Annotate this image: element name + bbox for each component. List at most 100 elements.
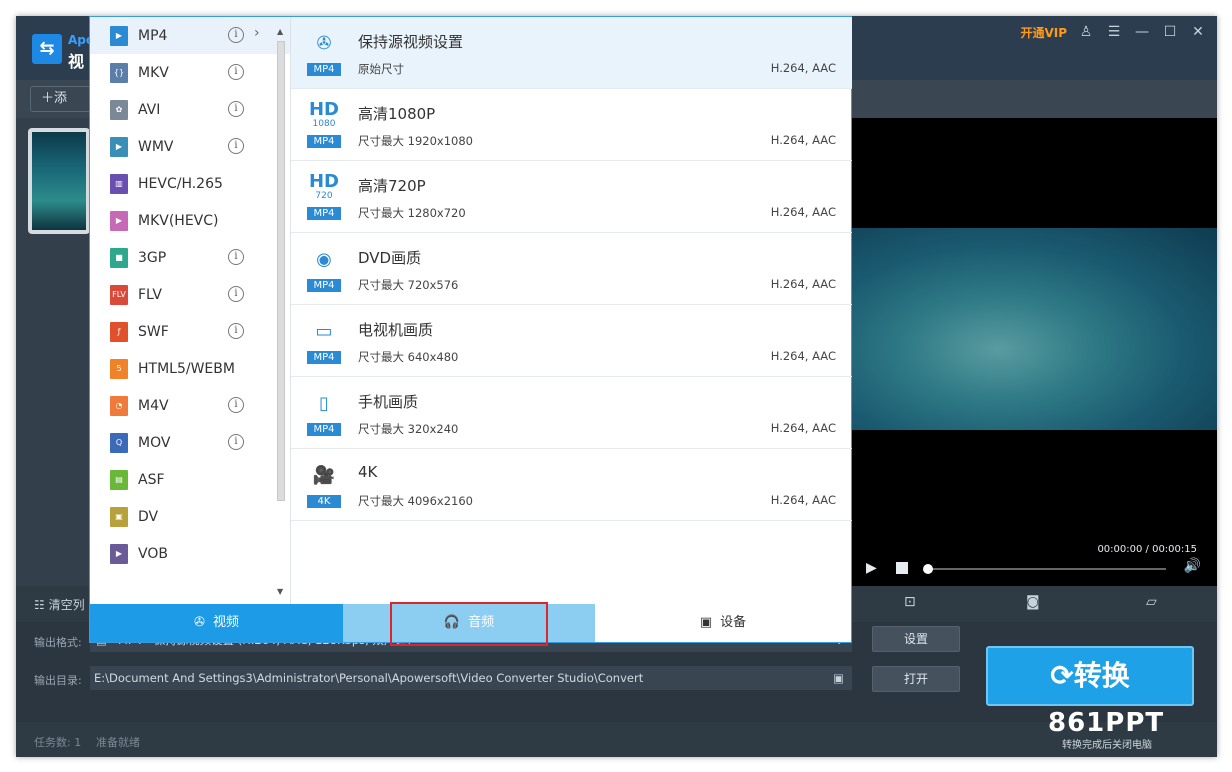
vip-link[interactable]: 开通VIP [1020,24,1067,41]
volume-icon[interactable]: 🔊 [1184,558,1201,574]
format-item-swf[interactable]: ƒ SWF i [90,313,290,350]
preset-item[interactable]: ▭ MP4 电视机画质 尺寸最大 640x480 H.264, AAC [291,305,852,377]
format-item-mkv[interactable]: {} MKV i [90,54,290,91]
maximize-icon[interactable]: ☐ [1159,22,1181,42]
minimize-icon[interactable]: — [1131,22,1153,42]
preset-badge: MP4 [307,63,341,76]
m4v-file-icon: ◔ [110,395,128,416]
format-item-avi[interactable]: ✿ AVI i [90,91,290,128]
format-item-wmv[interactable]: ▶ WMV i [90,128,290,165]
scroll-down-icon[interactable]: ▼ [277,587,283,596]
seek-knob[interactable] [923,564,933,574]
preset-item[interactable]: ✇ MP4 保持源视频设置 原始尺寸 H.264, AAC [291,17,852,89]
format-item-mp4[interactable]: ▶ MP4 i › [90,17,290,54]
crop-icon[interactable]: ⊡ [904,594,916,610]
preset-glyph: ▭ [315,321,333,342]
info-icon[interactable]: i [228,138,244,154]
preset-title: 高清720P [358,177,426,195]
format-item-hevc-h-265[interactable]: ▥ HEVC/H.265 [90,165,290,202]
convert-icon: ⟳ [1050,659,1074,692]
preset-badge: MP4 [307,207,341,220]
info-icon[interactable]: i [228,101,244,117]
format-item-vob[interactable]: ▶ VOB [90,535,290,572]
info-icon[interactable]: i [228,323,244,339]
clear-list-icon: ☷ [34,598,49,612]
snapshot-icon[interactable]: ◙ [1026,594,1040,610]
preset-item[interactable]: HD 720 MP4 高清720P 尺寸最大 1280x720 H.264, AAC [291,161,852,233]
settings-button[interactable]: 设置 [872,626,960,652]
shutdown-after-convert[interactable]: 转换完成后关闭电脑 [1062,736,1152,751]
menu-icon[interactable]: ☰ [1103,22,1125,42]
preset-sub: 720 [315,191,333,201]
preset-item[interactable]: 🎥 4K 4K 尺寸最大 4096x2160 H.264, AAC [291,449,852,521]
html5-file-icon: 5 [110,358,128,379]
preset-item[interactable]: HD 1080 MP4 高清1080P 尺寸最大 1920x1080 H.264, AAC [291,89,852,161]
preset-glyph: 🎥 [312,465,336,486]
open-button[interactable]: 打开 [872,666,960,692]
close-icon[interactable]: ✕ [1187,22,1209,42]
convert-label: 转换 [1073,659,1130,692]
format-item-html5-webm[interactable]: 5 HTML5/WEBM [90,350,290,387]
preset-desc: 尺寸最大 640x480 [358,350,459,364]
app-logo-icon: ⇆ [32,34,62,64]
preset-desc: 尺寸最大 4096x2160 [358,494,473,508]
format-item-mkv-hevc-[interactable]: ▶ MKV(HEVC) [90,202,290,239]
browse-folder-icon[interactable]: ▣ [833,666,844,690]
preset-title: 保持源视频设置 [358,33,464,51]
dv-file-icon: ▣ [110,506,128,527]
info-icon[interactable]: i [228,286,244,302]
video-thumbnail[interactable] [28,128,90,234]
preset-title: 电视机画质 [358,321,434,339]
info-icon[interactable]: i [228,434,244,450]
tab-device-label: 设备 [720,615,747,630]
format-item-flv[interactable]: FLV FLV i [90,276,290,313]
scroll-up-icon[interactable]: ▲ [277,27,283,36]
info-icon[interactable]: i [228,64,244,80]
preset-codec: H.264, AAC [770,493,836,507]
format-label: AVI [138,101,161,118]
scroll-thumb[interactable] [277,41,285,501]
thumbnail-image [32,132,86,230]
info-icon[interactable]: i [228,249,244,265]
preset-codec: H.264, AAC [770,421,836,435]
format-label: VOB [138,545,168,562]
info-icon[interactable]: i [228,397,244,413]
clear-list-button[interactable]: ☷ 清空列 [34,596,85,613]
stop-icon[interactable] [896,562,908,574]
format-item-asf[interactable]: ▤ ASF [90,461,290,498]
format-item-dv[interactable]: ▣ DV [90,498,290,535]
preset-title: 4K [358,463,378,481]
mkv-hevc-file-icon: ▶ [110,210,128,231]
preview-frame [852,228,1217,430]
user-icon[interactable]: ♙ [1075,22,1097,42]
open-folder-icon[interactable]: ▱ [1146,594,1157,610]
format-label: SWF [138,323,169,340]
preset-badge: MP4 [307,279,341,292]
category-tabs: ✇ 视频 🎧 音频 ▣ 设备 [90,602,851,646]
play-icon[interactable]: ▶ [866,560,877,576]
format-dropdown-panel: ▶ MP4 i › {} MKV i ✿ AVI i ▶ WMV i ▥ HEVC/H.265 ▶ MKV(HE… [89,16,852,646]
watermark-logo: 861PPT [1048,708,1165,738]
info-icon[interactable]: i [228,27,244,43]
preset-item[interactable]: ◉ MP4 DVD画质 尺寸最大 720x576 H.264, AAC [291,233,852,305]
format-label: DV [138,508,159,525]
video-preview: 00:00:00 / 00:00:15 ▶ 🔊 [852,118,1217,586]
mov-file-icon: Q [110,432,128,453]
format-item-3gp[interactable]: ■ 3GP i [90,239,290,276]
tab-device[interactable]: ▣ 设备 [595,604,851,642]
tab-video[interactable]: ✇ 视频 [90,604,343,642]
preset-codec: H.264, AAC [770,205,836,219]
output-dir-field[interactable]: E:\Document And Settings3\Administrator\… [90,666,852,690]
preset-codec: H.264, AAC [770,133,836,147]
convert-button[interactable]: ⟳转换 [986,646,1194,706]
format-item-m4v[interactable]: ◔ M4V i [90,387,290,424]
format-scrollbar[interactable]: ▲ ▼ [273,27,289,604]
mkv-file-icon: {} [110,62,128,83]
preset-item[interactable]: ▯ MP4 手机画质 尺寸最大 320x240 H.264, AAC [291,377,852,449]
format-item-mov[interactable]: Q MOV i [90,424,290,461]
seek-bar[interactable] [923,564,1166,574]
app-title-line2: 视 [68,52,85,71]
clear-list-label: 清空列 [48,598,85,612]
tab-audio[interactable]: 🎧 音频 [343,602,595,646]
time-readout: 00:00:00 / 00:00:15 [1097,544,1197,555]
